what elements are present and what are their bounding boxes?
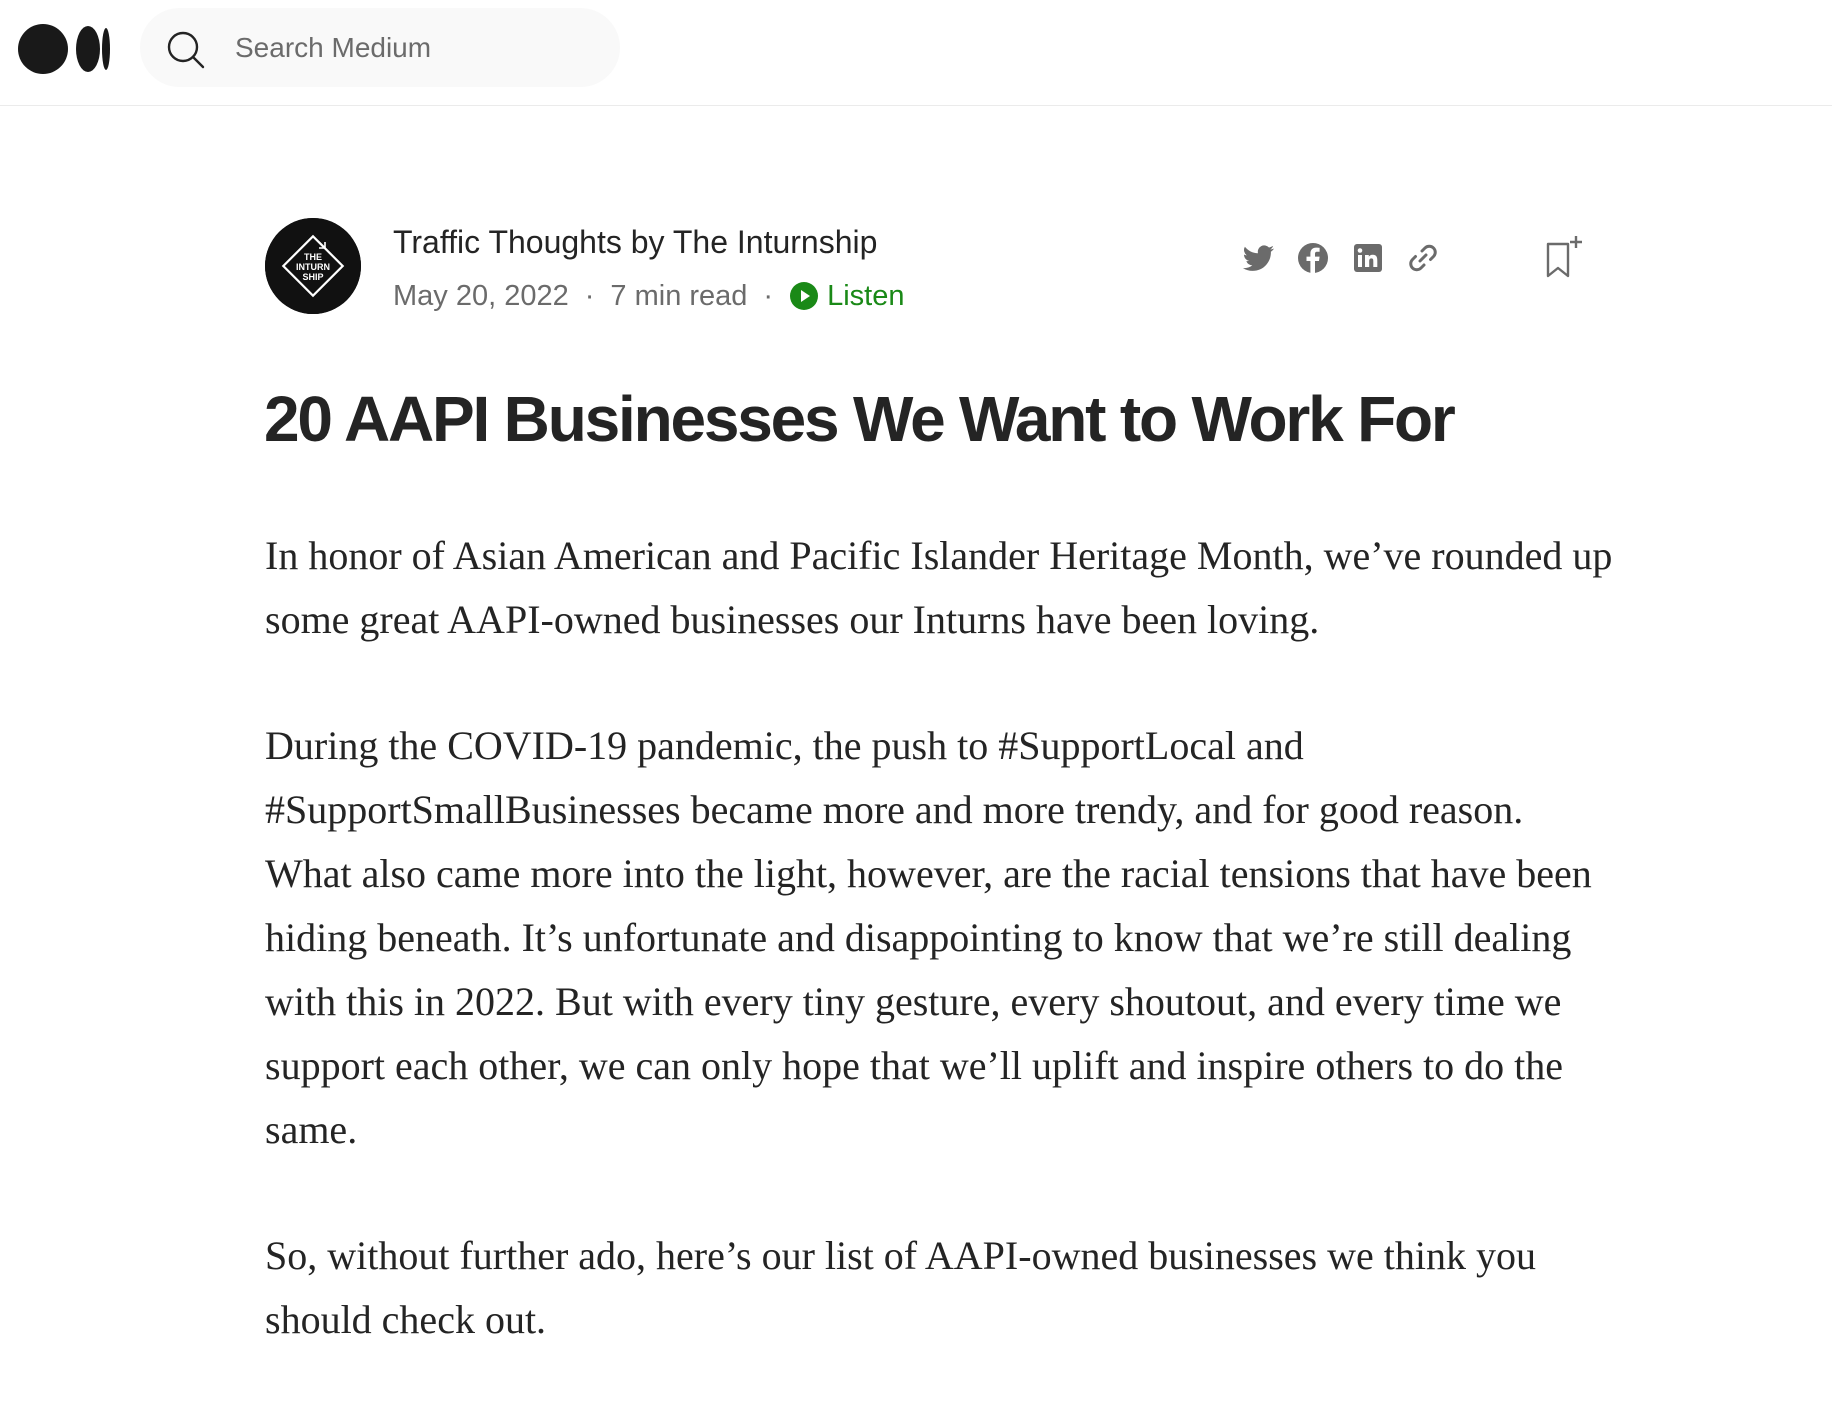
- article-paragraph: In honor of Asian American and Pacific I…: [265, 533, 1613, 642]
- search-bar[interactable]: [140, 8, 620, 87]
- listen-button[interactable]: Listen: [789, 280, 904, 313]
- search-icon: [167, 31, 205, 69]
- article-paragraph: During the COVID-19 pandemic, the push t…: [265, 723, 1592, 1152]
- avatar-text-line: SHIP: [302, 272, 323, 282]
- article-title: 20 AAPI Businesses We Want to Work For: [264, 383, 1456, 455]
- play-circle-icon: [790, 282, 819, 310]
- article-paragraph: So, without further ado, here’s our list…: [265, 1233, 1536, 1342]
- medium-logo-icon[interactable]: [18, 24, 110, 74]
- read-time: 7 min read: [610, 279, 748, 312]
- top-navigation-bar: [0, 0, 1832, 106]
- article-body: In honor of Asian American and Pacific I…: [265, 524, 1615, 1406]
- avatar-text-line: THE: [304, 252, 322, 262]
- linkedin-icon[interactable]: [1346, 236, 1390, 280]
- avatar-text-line: INTURN: [296, 262, 330, 272]
- search-input[interactable]: [235, 26, 595, 70]
- article-meta: May 20, 2022 · 7 min read · Listen: [393, 276, 904, 316]
- meta-separator: ·: [584, 279, 595, 312]
- twitter-icon[interactable]: [1236, 236, 1280, 280]
- link-icon[interactable]: [1401, 236, 1445, 280]
- meta-separator: ·: [763, 279, 774, 312]
- facebook-icon[interactable]: [1291, 236, 1335, 280]
- listen-label: Listen: [827, 279, 905, 312]
- publication-name[interactable]: Traffic Thoughts by The Inturnship: [393, 224, 877, 261]
- inturnship-logo: THE INTURN SHIP: [265, 218, 361, 314]
- bookmark-add-icon[interactable]: [1540, 232, 1588, 282]
- publication-avatar[interactable]: THE INTURN SHIP: [265, 218, 361, 314]
- publish-date: May 20, 2022: [393, 279, 569, 312]
